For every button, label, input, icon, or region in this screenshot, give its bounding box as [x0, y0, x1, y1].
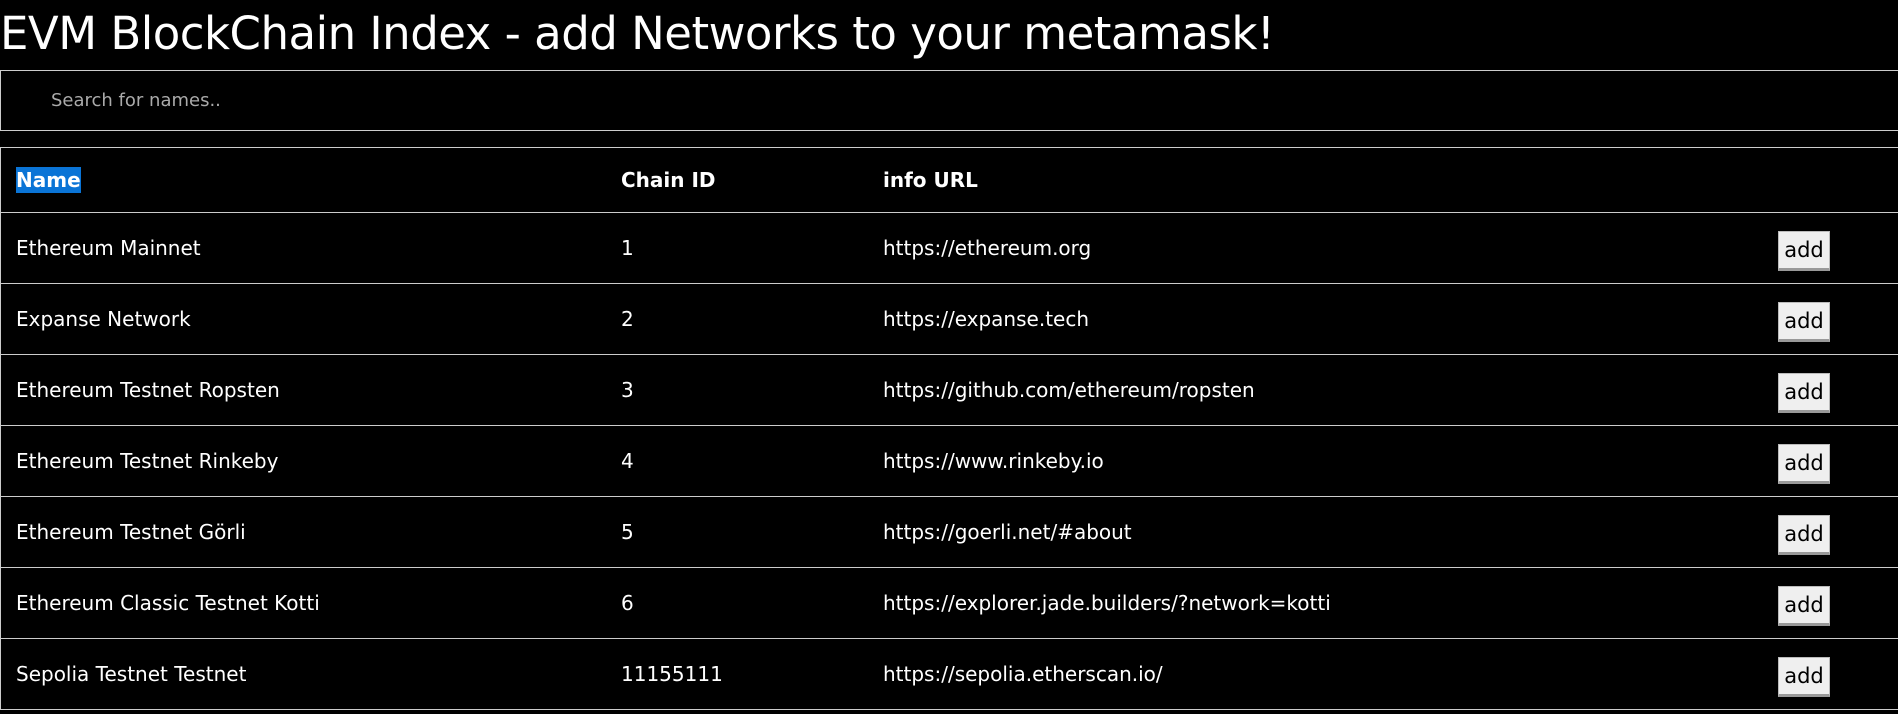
info-url: https://expanse.tech — [868, 283, 1763, 355]
network-name: Ethereum Mainnet — [0, 212, 606, 284]
column-header-chain-id[interactable]: Chain ID — [606, 147, 868, 213]
network-name: Ethereum Classic Testnet Kotti — [0, 567, 606, 639]
add-network-button[interactable]: add — [1778, 515, 1830, 555]
column-header-actions — [1763, 147, 1898, 213]
network-name: Sepolia Testnet Testnet — [0, 638, 606, 710]
network-name: Ethereum Testnet Görli — [0, 496, 606, 568]
chain-id: 6 — [606, 567, 868, 639]
table-row: Sepolia Testnet Testnet 11155111 https:/… — [0, 638, 1898, 710]
chain-id: 11155111 — [606, 638, 868, 710]
add-network-button[interactable]: add — [1778, 373, 1830, 413]
actions-cell: add — [1763, 496, 1898, 568]
info-url: https://sepolia.etherscan.io/ — [868, 638, 1763, 710]
add-network-button[interactable]: add — [1778, 586, 1830, 626]
actions-cell: add — [1763, 425, 1898, 497]
table-row: Ethereum Testnet Rinkeby 4 https://www.r… — [0, 425, 1898, 497]
info-url: https://ethereum.org — [868, 212, 1763, 284]
chain-id: 2 — [606, 283, 868, 355]
page-title: EVM BlockChain Index - add Networks to y… — [0, 7, 1275, 60]
table-row: Ethereum Mainnet 1 https://ethereum.org … — [0, 212, 1898, 284]
column-header-name-label: Name — [16, 167, 81, 193]
column-header-name[interactable]: Name — [0, 147, 606, 213]
actions-cell: add — [1763, 212, 1898, 284]
chain-id: 5 — [606, 496, 868, 568]
table-row: Ethereum Classic Testnet Kotti 6 https:/… — [0, 567, 1898, 639]
info-url: https://explorer.jade.builders/?network=… — [868, 567, 1763, 639]
chain-id: 1 — [606, 212, 868, 284]
table-row: Ethereum Testnet Görli 5 https://goerli.… — [0, 496, 1898, 568]
table-row: Expanse Network 2 https://expanse.tech a… — [0, 283, 1898, 355]
networks-table: Name Chain ID info URL Ethereum Mainnet … — [0, 147, 1898, 710]
chain-id: 4 — [606, 425, 868, 497]
actions-cell: add — [1763, 354, 1898, 426]
actions-cell: add — [1763, 638, 1898, 710]
table-row: Ethereum Testnet Ropsten 3 https://githu… — [0, 354, 1898, 426]
search-input[interactable] — [0, 70, 1898, 131]
actions-cell: add — [1763, 567, 1898, 639]
add-network-button[interactable]: add — [1778, 231, 1830, 271]
info-url: https://github.com/ethereum/ropsten — [868, 354, 1763, 426]
info-url: https://www.rinkeby.io — [868, 425, 1763, 497]
table-header-row: Name Chain ID info URL — [0, 147, 1898, 213]
chain-id: 3 — [606, 354, 868, 426]
column-header-info-url[interactable]: info URL — [868, 147, 1763, 213]
info-url: https://goerli.net/#about — [868, 496, 1763, 568]
network-name: Ethereum Testnet Rinkeby — [0, 425, 606, 497]
actions-cell: add — [1763, 283, 1898, 355]
network-name: Expanse Network — [0, 283, 606, 355]
add-network-button[interactable]: add — [1778, 657, 1830, 697]
network-name: Ethereum Testnet Ropsten — [0, 354, 606, 426]
add-network-button[interactable]: add — [1778, 302, 1830, 342]
add-network-button[interactable]: add — [1778, 444, 1830, 484]
